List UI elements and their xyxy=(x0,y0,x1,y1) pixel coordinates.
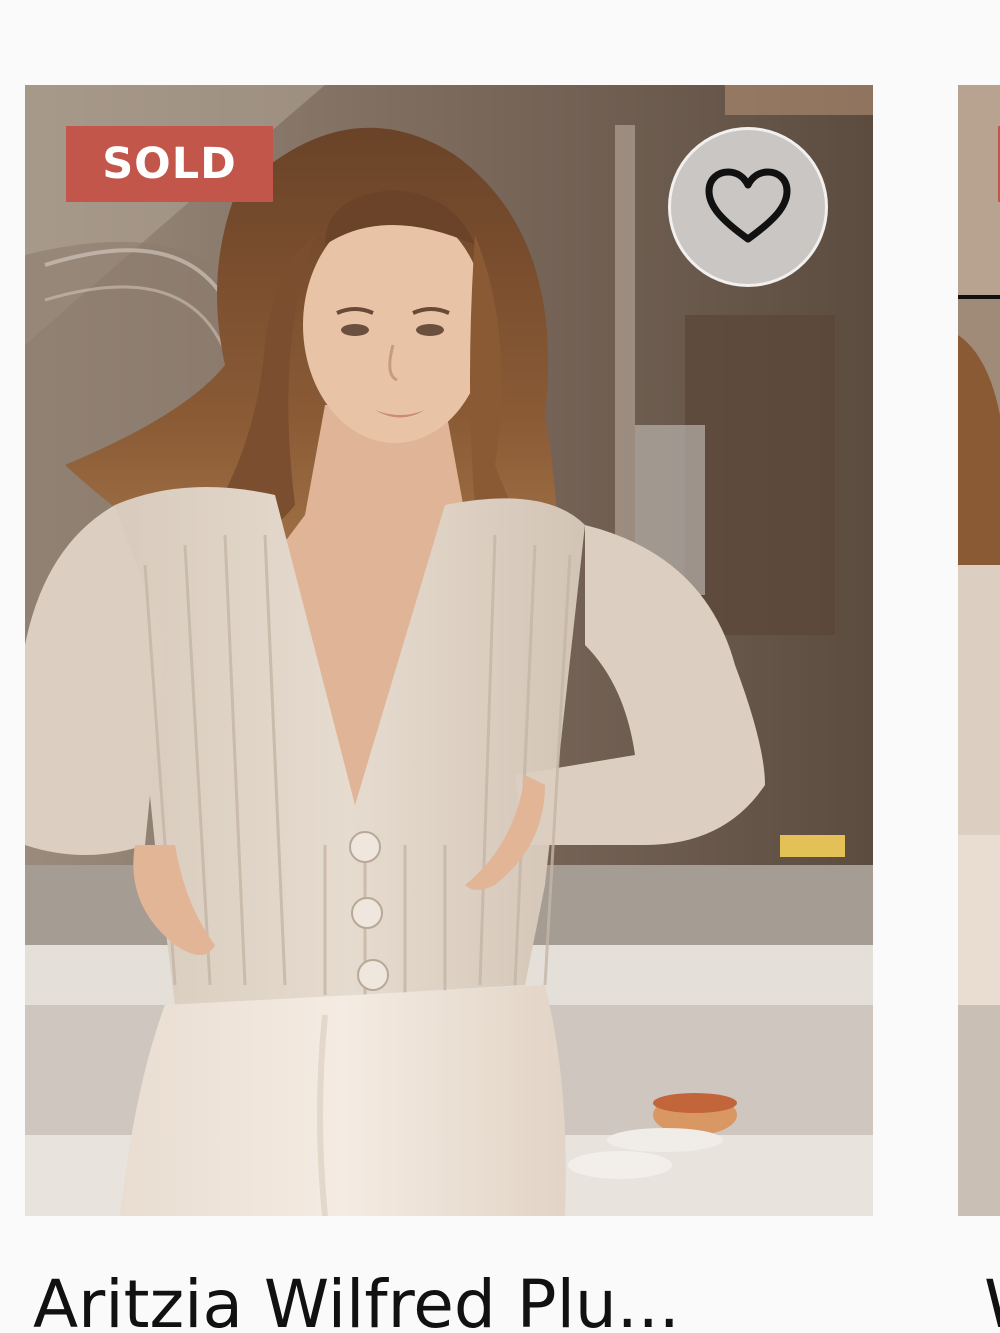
next-product-card[interactable] xyxy=(958,85,1000,1216)
product-title[interactable]: Aritzia Wilfred Plu... xyxy=(33,1250,833,1333)
heart-outline-icon xyxy=(705,168,791,243)
product-card[interactable]: SOLD xyxy=(25,85,873,1216)
listing-grid: SOLD Aritzia Wilfred Plu... W xyxy=(0,0,1000,1333)
like-button[interactable] xyxy=(668,127,828,287)
next-product-title[interactable]: W xyxy=(984,1250,1000,1333)
product-photo[interactable]: SOLD xyxy=(25,85,873,1216)
next-product-photo xyxy=(958,85,1000,1216)
sold-badge: SOLD xyxy=(66,126,273,202)
